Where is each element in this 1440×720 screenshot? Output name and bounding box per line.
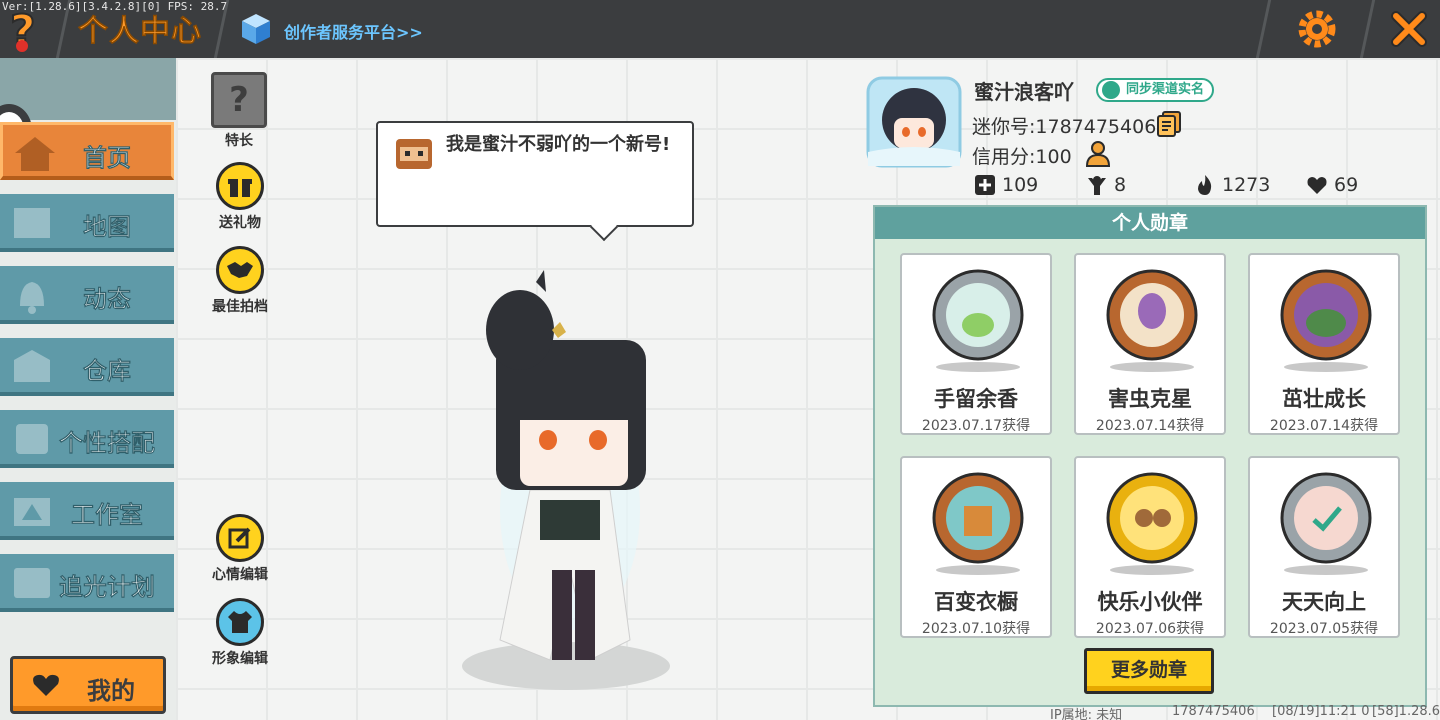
credit-person-icon[interactable] [1084,140,1112,168]
medal-date: 2023.07.10获得 [921,621,1031,637]
close-icon[interactable] [1388,8,1430,50]
sync-badge-label: 同步渠道实名 [1126,82,1205,97]
copy-icon[interactable] [1156,110,1182,138]
medal-date: 2023.07.14获得 [1269,418,1379,434]
send-gift-label: 送礼物 [219,215,261,231]
sidebar-item-label: 追光计划 [59,573,155,601]
gift-icon [216,162,264,210]
footer-build: [58]1.28.6 [1372,704,1440,719]
medal-card[interactable]: 害虫克星 2023.07.14获得 [1074,253,1226,435]
heart-icon [1307,177,1327,194]
specialty-label: 特长 [225,133,253,149]
mine-label: 我的 [87,677,135,705]
medal-date: 2023.07.05获得 [1269,621,1379,637]
mood-edit-button[interactable]: 心情编辑 [200,514,280,584]
sidebar-item-studio[interactable]: 工作室 [0,482,174,540]
stat-add[interactable]: 109 [974,174,1038,196]
divider [1359,0,1376,58]
sidebar-item-home[interactable]: 首页 [0,122,174,180]
sidebar: 首页 地图 动态 仓库 个性搭配 工作室 追光计划 我的 [0,58,176,720]
heart-icon [33,674,59,696]
medal-badge-icon [1106,269,1198,372]
stat-add-value: 109 [1002,174,1039,196]
add-friend-icon [975,175,995,195]
medal-name: 快乐小伙伴 [1097,590,1203,614]
medal-name: 百变衣橱 [934,590,1018,614]
mini-id: 迷你号:1787475406 [972,116,1157,138]
sidebar-header [0,58,176,120]
mood-bubble: 我是蜜汁不弱吖的一个新号! [376,121,694,242]
sidebar-item-map[interactable]: 地图 [0,194,174,252]
nickname: 蜜汁浪客吖 [974,80,1074,104]
fire-icon [1198,175,1212,195]
medal-date: 2023.07.17获得 [921,418,1031,434]
medal-badge-icon [932,472,1024,575]
mood-text: 我是蜜汁不弱吖的一个新号! [446,134,671,155]
image-edit-label: 形象编辑 [212,651,268,667]
mood-edit-label: 心情编辑 [212,567,268,583]
medals-title: 个人勋章 [875,207,1425,239]
stat-popularity-value: 1273 [1222,174,1271,196]
mine-button[interactable]: 我的 [10,656,166,714]
medal-card[interactable]: 百变衣橱 2023.07.10获得 [900,456,1052,638]
gear-icon[interactable] [1296,8,1338,50]
divider [1255,0,1272,58]
sidebar-item-outfit[interactable]: 个性搭配 [0,410,174,468]
avatar-face-icon [396,139,432,169]
medal-date: 2023.07.14获得 [1095,418,1205,434]
cube-icon[interactable] [240,12,272,46]
stat-fans[interactable]: 8 [1086,174,1126,196]
stat-popularity[interactable]: 1273 [1194,174,1270,196]
credit-score: 信用分:100 [972,146,1072,168]
sidebar-item-label: 工作室 [71,501,143,529]
stat-fans-value: 8 [1114,174,1127,196]
user-check-icon [1102,81,1120,99]
sidebar-item-label: 个性搭配 [59,429,155,457]
question-box-icon: ? [211,72,267,128]
sidebar-item-light-plan[interactable]: 追光计划 [0,554,174,612]
specialty-button[interactable]: ? 特长 [199,72,279,150]
medal-card[interactable]: 天天向上 2023.07.05获得 [1248,456,1400,638]
sidebar-item-label: 动态 [83,285,131,313]
medal-card[interactable]: 手留余香 2023.07.17获得 [900,253,1052,435]
medal-name: 害虫克星 [1108,387,1192,411]
stat-likes-value: 69 [1334,174,1359,196]
more-medals-button[interactable]: 更多勋章 [1084,648,1214,694]
footer-uid: 1787475406 [1172,704,1255,719]
medal-name: 手留余香 [934,387,1018,411]
sidebar-item-label: 地图 [83,213,131,241]
medal-name: 茁壮成长 [1282,387,1366,411]
send-gift-button[interactable]: 送礼物 [200,162,280,232]
avatar[interactable] [864,72,964,170]
player-character [462,270,670,690]
medal-badge-icon [1106,472,1198,575]
medal-badge-icon [932,269,1024,372]
medal-card[interactable]: 快乐小伙伴 2023.07.06获得 [1074,456,1226,638]
edit-icon [216,514,264,562]
medal-name: 天天向上 [1282,590,1366,614]
sidebar-item-feed[interactable]: 动态 [0,266,174,324]
medal-badge-icon [1280,269,1372,372]
fans-icon [1088,176,1106,195]
handshake-icon [216,246,264,294]
creator-platform-link[interactable]: 创作者服务平台>> [284,19,423,43]
stat-likes[interactable]: 69 [1306,174,1358,196]
best-partner-button[interactable]: 最佳拍档 [200,246,280,316]
footer-time: [08/19]11:21 0 [1272,704,1370,719]
sidebar-item-label: 首页 [83,144,131,172]
medal-badge-icon [1280,472,1372,575]
top-bar: ? Ver:[1.28.6][3.4.2.8][0] FPS: 28.7 个人中… [0,0,1440,58]
ip-location: IP属地: 未知 [1050,708,1123,720]
sidebar-item-label: 仓库 [83,357,131,385]
sync-realname-badge[interactable]: 同步渠道实名 [1096,78,1215,102]
sidebar-item-warehouse[interactable]: 仓库 [0,338,174,396]
image-edit-button[interactable]: 形象编辑 [200,598,280,668]
page-title: 个人中心 [78,14,202,50]
outfit-edit-icon [216,598,264,646]
best-partner-label: 最佳拍档 [212,299,268,315]
medal-card[interactable]: 茁壮成长 2023.07.14获得 [1248,253,1400,435]
medal-date: 2023.07.06获得 [1095,621,1205,637]
